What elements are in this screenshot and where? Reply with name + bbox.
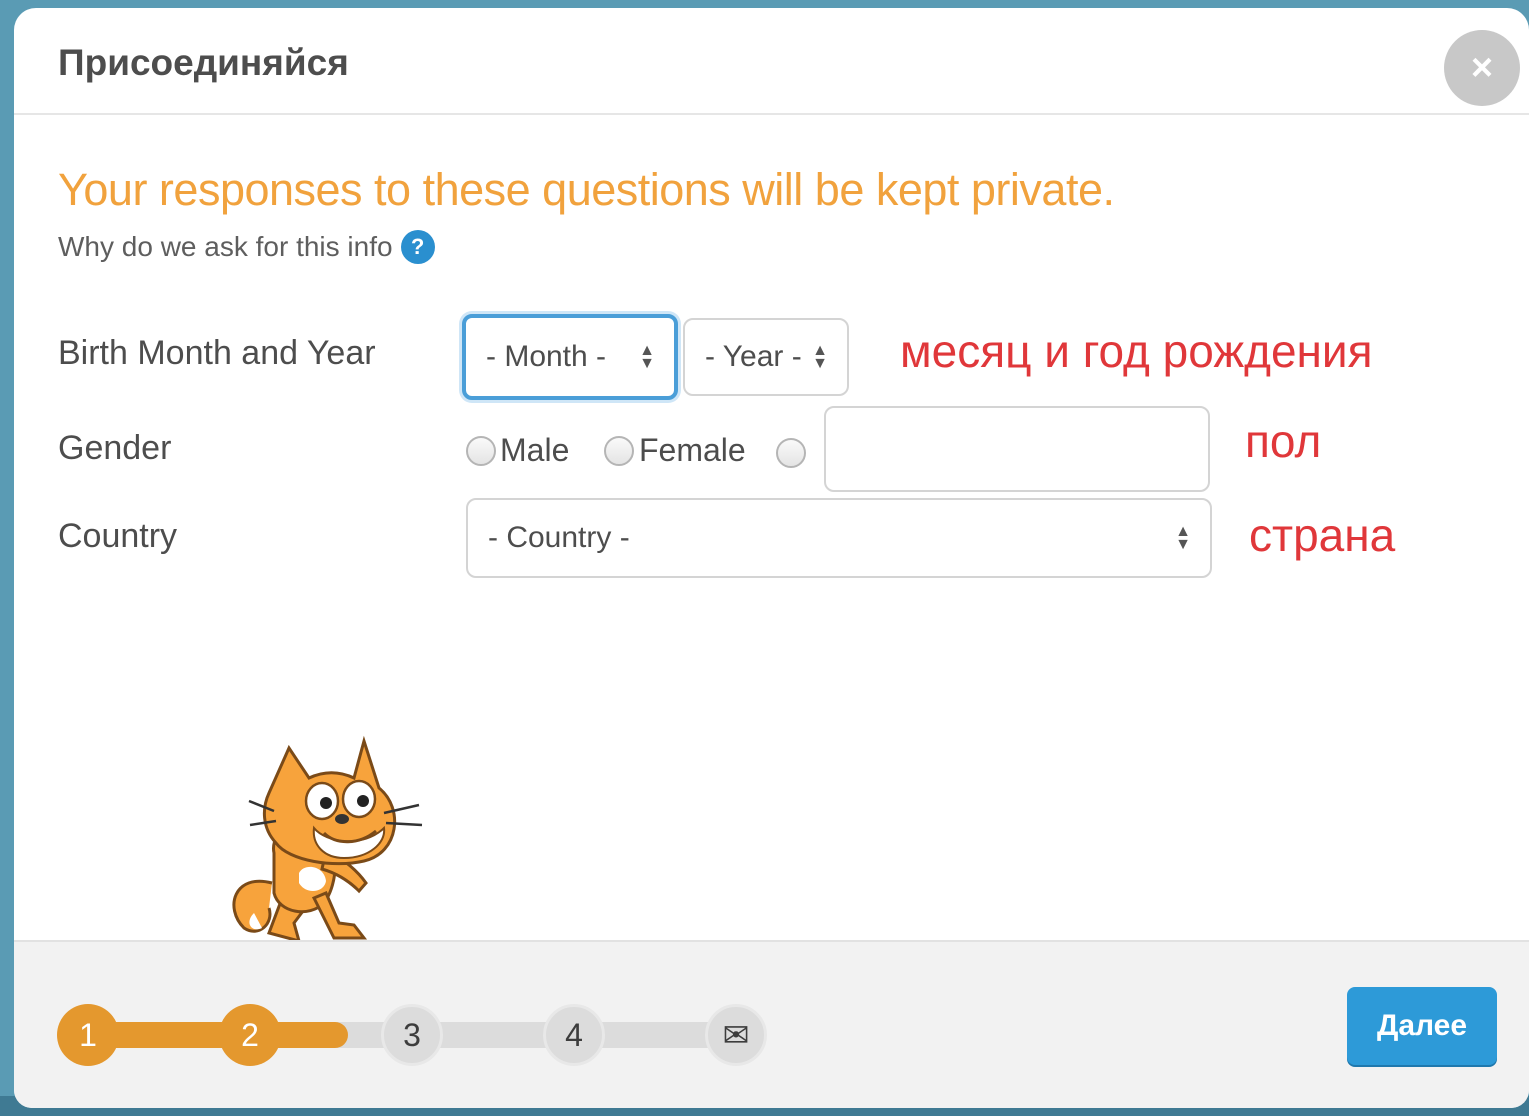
why-info-row: Why do we ask for this info ? [58,230,435,264]
country-select-value: - Country - [488,521,630,554]
gender-other-radio[interactable] [776,438,806,468]
month-select-value: - Month - [486,340,607,373]
year-select[interactable]: - Year - ▲ ▼ [683,318,849,396]
birth-label: Birth Month and Year [58,334,376,372]
gender-male-label[interactable]: Male [500,432,569,469]
join-modal: Присоединяйся × Your responses to these … [14,8,1529,1108]
gender-label: Gender [58,429,172,467]
modal-header: Присоединяйся × [14,8,1529,115]
step-email: ✉ [705,1004,767,1066]
close-button[interactable]: × [1444,30,1520,106]
step-3: 3 [381,1004,443,1066]
step-1: 1 [57,1004,119,1066]
select-arrows-icon: ▲ ▼ [639,342,655,372]
next-button[interactable]: Далее [1347,987,1497,1065]
select-arrows-icon: ▲ ▼ [812,342,828,372]
gender-female-label[interactable]: Female [639,432,746,469]
year-select-value: - Year - [705,340,802,373]
envelope-icon: ✉ [722,1017,750,1053]
gender-annotation: пол [1245,415,1322,467]
country-select[interactable]: - Country - ▲ ▼ [466,498,1212,578]
country-label: Country [58,517,178,555]
why-info-link[interactable]: Why do we ask for this info [58,231,393,263]
privacy-headline: Your responses to these questions will b… [58,164,1115,215]
gender-male-radio[interactable] [466,436,496,466]
step-4: 4 [543,1004,605,1066]
month-select[interactable]: - Month - ▲ ▼ [462,314,678,400]
help-icon[interactable]: ? [400,230,435,264]
birth-annotation: месяц и год рождения [900,325,1373,377]
country-annotation: страна [1249,509,1396,561]
modal-footer: 1 2 3 4 ✉ Далее [14,940,1529,1108]
close-icon: × [1470,46,1494,89]
step-2: 2 [219,1004,281,1066]
gender-other-input[interactable] [824,406,1210,492]
scratch-cat-icon [232,735,423,944]
gender-female-radio[interactable] [604,436,634,466]
modal-title: Присоединяйся [58,42,349,83]
select-arrows-icon: ▲ ▼ [1175,523,1191,553]
